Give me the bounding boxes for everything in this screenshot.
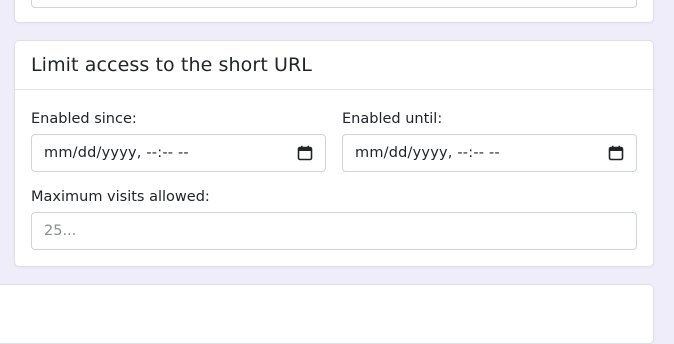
next-card [0, 284, 654, 344]
enabled-since-field: Enabled since: mm/dd/yyyy, --:-- -- [31, 110, 326, 172]
calendar-icon[interactable] [608, 145, 624, 161]
enabled-since-value[interactable]: mm/dd/yyyy, --:-- -- [44, 145, 189, 161]
enabled-until-field: Enabled until: mm/dd/yyyy, --:-- -- [342, 110, 637, 172]
enabled-since-input[interactable]: mm/dd/yyyy, --:-- -- [31, 134, 326, 172]
enabled-until-label: Enabled until: [342, 111, 443, 127]
enabled-until-input[interactable]: mm/dd/yyyy, --:-- -- [342, 134, 637, 172]
calendar-icon[interactable] [297, 145, 313, 161]
enabled-since-label: Enabled since: [31, 111, 137, 127]
enabled-until-value[interactable]: mm/dd/yyyy, --:-- -- [355, 145, 500, 161]
max-visits-field: Maximum visits allowed: [31, 188, 637, 250]
previous-card [14, 0, 654, 23]
max-visits-input[interactable] [31, 212, 637, 250]
limit-access-title: Limit access to the short URL [31, 54, 312, 76]
max-visits-label: Maximum visits allowed: [31, 189, 210, 205]
limit-access-card: Limit access to the short URL Enabled si… [14, 40, 654, 267]
limit-access-card-header: Limit access to the short URL [15, 41, 653, 90]
previous-card-input[interactable] [31, 0, 637, 8]
